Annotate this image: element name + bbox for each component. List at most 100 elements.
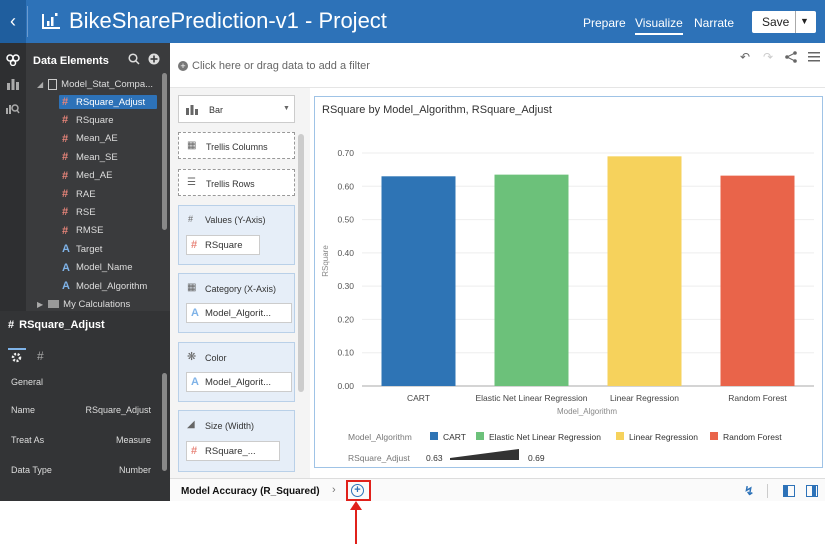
footer-divider [767,484,768,498]
back-button[interactable]: ‹ [0,0,26,43]
divider [27,6,28,37]
bar[interactable] [381,176,456,386]
bar[interactable] [607,156,682,386]
values-pill[interactable]: # RSquare [186,235,260,255]
data-element-label: Model_Algorithm [76,280,148,292]
visualizations-icon[interactable] [7,78,19,90]
legend-title: Model_Algorithm [348,432,412,442]
legend-swatch [710,432,718,440]
data-element-item[interactable]: A Model_Name [62,261,133,275]
filter-hint: Click here or drag data to add a filter [192,60,370,72]
legend-label[interactable]: CART [443,432,466,442]
data-panel-scrollbar[interactable] [162,73,167,230]
properties-title-text: RSquare_Adjust [19,319,105,331]
properties-scrollbar[interactable] [162,373,167,471]
legend-label[interactable]: Elastic Net Linear Regression [489,432,601,442]
data-element-label: RSE [76,206,96,218]
menu-icon[interactable] [808,51,820,63]
y-tick-label: 0.70 [337,148,354,158]
save-label: Save [762,15,790,29]
data-panel-title: Data Elements [33,55,109,67]
add-icon[interactable] [148,53,160,65]
attribute-icon: A [62,261,70,274]
save-button[interactable]: Save ▼ [752,11,816,33]
y-tick-label: 0.30 [337,281,354,291]
share-icon[interactable] [785,51,797,63]
data-source[interactable]: ◢ Model_Stat_Compa... [37,77,153,91]
nav-prepare[interactable]: Prepare [583,16,626,30]
measure-icon: # [62,114,69,127]
chevron-down-icon[interactable]: ▼ [800,16,809,26]
bar-chart[interactable]: RSquare by Model_Algorithm, RSquare_Adju… [314,96,823,468]
trellis-rows-dropzone[interactable]: ☰ Trellis Rows [178,169,295,196]
trellis-rows-icon: ☰ [187,177,196,188]
analytics-icon[interactable] [6,102,20,115]
gear-icon[interactable] [11,352,22,363]
chart-type-label: Bar [209,105,224,115]
add-filter-icon: + [178,61,188,71]
properties-tab-indicator [8,348,26,350]
data-element-item[interactable]: A Target [62,242,102,256]
add-canvas-button[interactable]: + [351,484,364,497]
undo-icon[interactable]: ↶ [740,50,750,64]
folder-my-calculations[interactable]: ▶ My Calculations [37,297,130,311]
size-pill[interactable]: # RSquare_... [186,441,280,461]
measure-icon: # [62,206,69,219]
data-element-item[interactable]: # RSquare_Adjust [59,95,157,109]
bar[interactable] [720,175,795,386]
expand-icon[interactable]: ◢ [37,80,43,89]
legend-swatch [430,432,438,440]
data-element-label: Mean_SE [76,151,118,163]
redo-icon[interactable]: ↷ [763,50,773,64]
measure-icon: # [191,239,198,251]
data-element-item[interactable]: # RSquare [62,113,114,127]
panel-right-icon[interactable] [806,485,818,497]
save-divider [795,11,796,33]
data-element-item[interactable]: # RAE [62,187,96,201]
data-element-label: RSquare_Adjust [76,96,146,108]
color-pill[interactable]: A Model_Algorit... [186,372,292,392]
trellis-columns-dropzone[interactable]: ▦ Trellis Columns [178,132,295,159]
legend-label[interactable]: Random Forest [723,432,782,442]
data-element-label: RAE [76,188,96,200]
nav-narrate[interactable]: Narrate [694,16,734,30]
chevron-right-icon[interactable]: › [332,484,336,496]
measure-icon: # [191,445,198,457]
folder-icon [48,300,60,308]
data-element-item[interactable]: # Mean_SE [62,150,118,164]
refresh-icon[interactable]: ↯ [744,484,754,498]
data-element-item[interactable]: # Mean_AE [62,132,118,146]
property-value[interactable]: Measure [60,435,151,445]
data-element-item[interactable]: A Model_Algorithm [62,279,147,293]
panel-left-icon[interactable] [783,485,795,497]
data-elements-icon[interactable] [6,54,20,66]
legend-label[interactable]: Linear Regression [629,432,698,442]
canvas-tab[interactable]: Model Accuracy (R_Squared) [181,486,320,497]
data-source-label: Model_Stat_Compa... [61,78,154,90]
search-icon[interactable] [128,53,140,65]
data-element-item[interactable]: # Med_AE [62,169,112,183]
data-element-item[interactable]: # RMSE [62,224,103,238]
property-value[interactable]: Number [60,465,151,475]
chart-title: RSquare by Model_Algorithm, RSquare_Adju… [322,104,552,116]
chevron-right-icon[interactable]: ▶ [37,300,43,309]
color-pill-label: Model_Algorit... [205,376,272,388]
property-value[interactable]: RSquare_Adjust [60,405,151,415]
values-pill-label: RSquare [205,239,243,251]
measure-icon: # [8,319,15,331]
filter-drop-zone[interactable]: + Click here or drag data to add a filter [178,60,370,72]
data-element-item[interactable]: # RSE [62,205,96,219]
bar[interactable] [494,174,569,386]
number-format-icon[interactable]: # [37,349,44,363]
trellis-columns-label: Trellis Columns [206,142,268,152]
category-label: Category (X-Axis) [205,284,277,294]
size-pill-label: RSquare_... [205,445,256,457]
nav-visualize[interactable]: Visualize [635,16,683,35]
grammar-scrollbar[interactable] [298,134,304,392]
category-pill[interactable]: A Model_Algorit... [186,303,292,323]
measure-icon: # [62,188,69,200]
legend-swatch [616,432,624,440]
chart-type-select[interactable]: Bar ▼ [178,95,295,123]
size-legend-title: RSquare_Adjust [348,453,411,463]
data-element-label: RMSE [76,225,104,237]
